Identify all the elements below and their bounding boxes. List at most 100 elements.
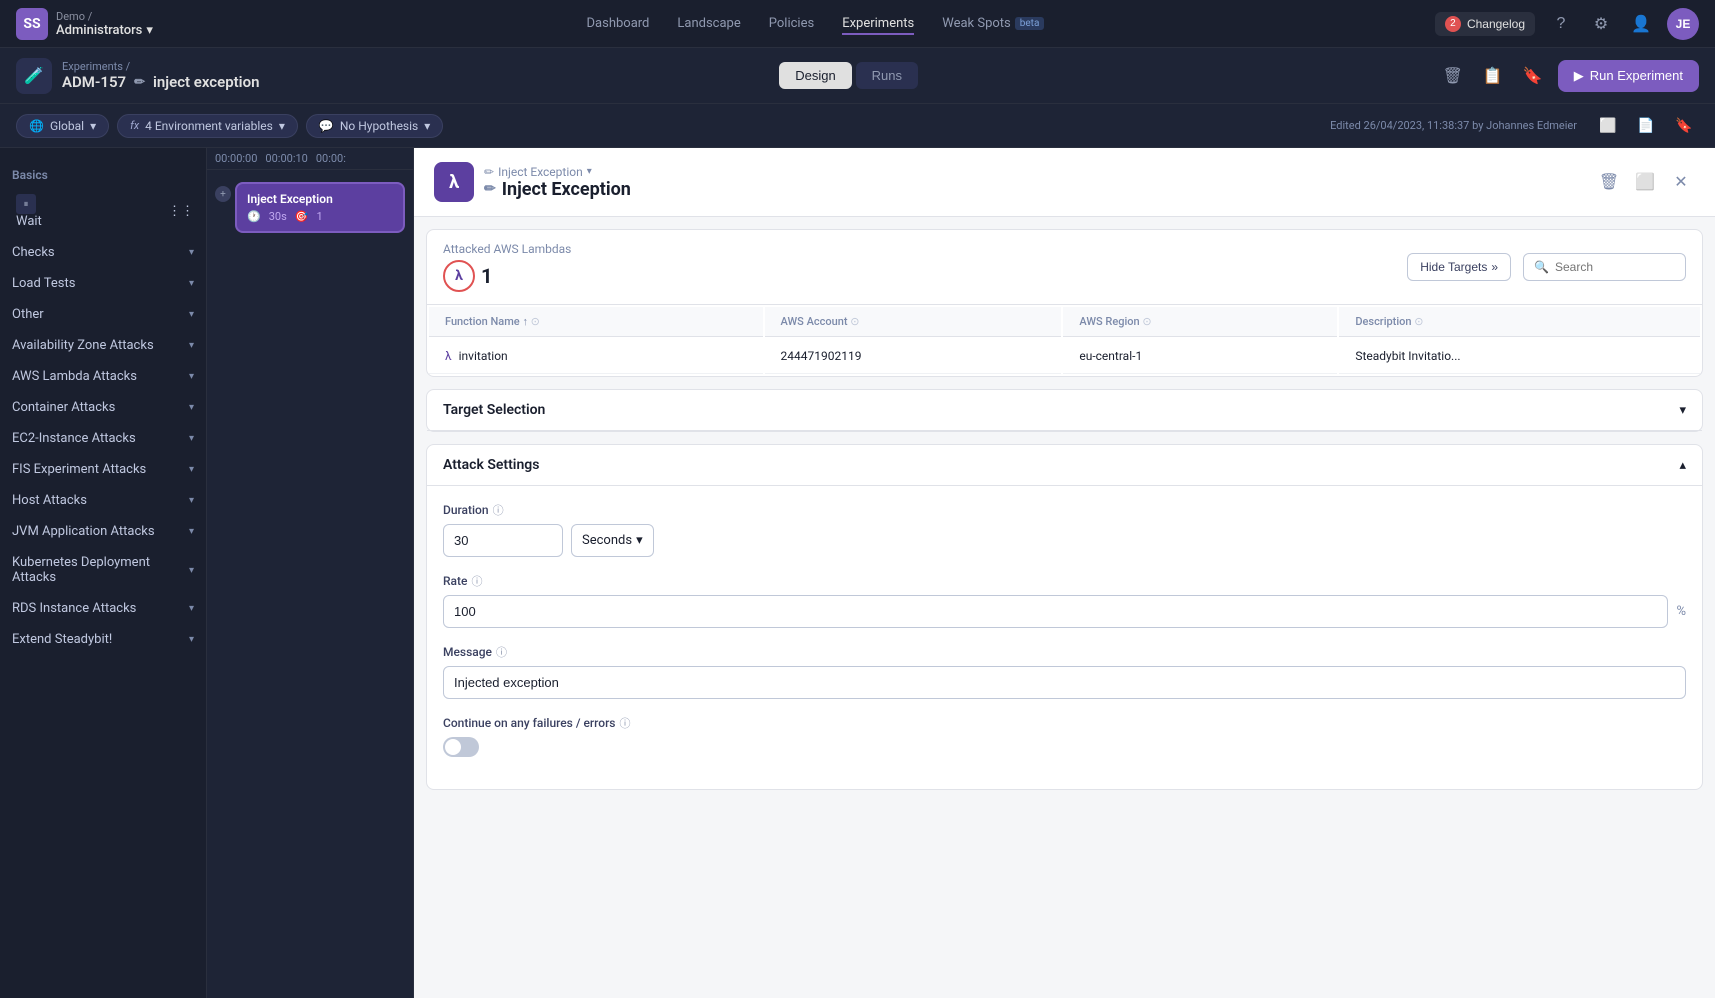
globe-icon: 🌐: [29, 119, 44, 133]
delete-experiment-button[interactable]: 🗑: [1438, 61, 1468, 91]
fis-attacks-label: FIS Experiment Attacks: [12, 462, 146, 477]
edit-icon[interactable]: ✏: [134, 75, 145, 90]
nav-org: Demo / Administrators ▾: [56, 10, 153, 38]
duration-input[interactable]: [443, 524, 563, 557]
continue-toggle-wrapper: [443, 737, 1686, 757]
timeline-area: 00:00:00 00:00:10 00:00: + Inject Except…: [207, 148, 414, 998]
app-logo: SS: [16, 8, 48, 40]
sidebar-load-tests[interactable]: Load Tests ▾: [0, 268, 206, 299]
env-vars-tag[interactable]: fx 4 Environment variables ▾: [117, 114, 298, 138]
changelog-button[interactable]: 2 Changelog: [1435, 12, 1535, 36]
drag-handle: ⋮⋮: [168, 204, 194, 219]
checks-label: Checks: [12, 245, 55, 260]
filter-icon[interactable]: ⊙: [531, 315, 540, 328]
sidebar-rds-attacks[interactable]: RDS Instance Attacks ▾: [0, 593, 206, 624]
sidebar-checks[interactable]: Checks ▾: [0, 237, 206, 268]
sidebar-jvm-attacks[interactable]: JVM Application Attacks ▾: [0, 516, 206, 547]
timeline-add-button[interactable]: +: [215, 186, 231, 202]
detail-close-button[interactable]: ✕: [1667, 168, 1695, 196]
sidebar-k8s-attacks[interactable]: Kubernetes Deployment Attacks ▾: [0, 547, 206, 593]
sidebar-wait-item[interactable]: ⏸ Wait ⋮⋮: [0, 186, 206, 237]
continue-label: Continue on any failures / errors ⓘ: [443, 715, 1686, 731]
copy-experiment-button[interactable]: 📋: [1478, 61, 1508, 91]
sidebar-extend-steadybit[interactable]: Extend Steadybit! ▾: [0, 624, 206, 655]
detail-header-right: 🗑 ⬜ ✕: [1595, 168, 1695, 196]
rate-label: Rate ⓘ: [443, 573, 1686, 589]
sidebar-az-attacks[interactable]: Availability Zone Attacks ▾: [0, 330, 206, 361]
edit-pencil-icon: ✏: [484, 165, 494, 179]
filter-icon-desc[interactable]: ⊙: [1414, 315, 1423, 328]
attack-settings-header[interactable]: Attack Settings ▴: [427, 445, 1702, 486]
th-aws-region: AWS Region ⊙: [1063, 307, 1337, 337]
nav-experiments[interactable]: Experiments: [842, 12, 914, 35]
run-icon: ▶: [1574, 68, 1584, 84]
type-chevron[interactable]: ▾: [587, 166, 592, 177]
filter-icon-region[interactable]: ⊙: [1142, 315, 1151, 328]
rate-input[interactable]: [443, 595, 1668, 628]
az-attacks-chevron: ▾: [189, 340, 194, 351]
detail-copy-button[interactable]: ⬜: [1631, 168, 1659, 196]
time-1: 00:00:10: [265, 152, 307, 165]
td-description: Steadybit Invitatio...: [1339, 339, 1700, 374]
nav-landscape[interactable]: Landscape: [677, 12, 740, 35]
load-tests-label: Load Tests: [12, 276, 75, 291]
filter-icon-account[interactable]: ⊙: [850, 315, 859, 328]
nav-dashboard[interactable]: Dashboard: [587, 12, 650, 35]
sub-header-right: 🗑 📋 🔖 ▶ Run Experiment: [1438, 60, 1699, 92]
detail-delete-button[interactable]: 🗑: [1595, 168, 1623, 196]
hide-targets-button[interactable]: Hide Targets »: [1407, 253, 1511, 281]
beta-badge: beta: [1015, 17, 1045, 30]
basics-label: Basics: [0, 160, 206, 186]
targets-search-input[interactable]: [1555, 260, 1675, 274]
rate-group: Rate ⓘ %: [443, 573, 1686, 628]
tab-runs[interactable]: Runs: [856, 62, 918, 89]
avatar-button[interactable]: JE: [1667, 8, 1699, 40]
toolbar-bookmark-button[interactable]: 🔖: [1669, 111, 1699, 141]
th-description: Description ⊙: [1339, 307, 1700, 337]
k8s-attacks-chevron: ▾: [189, 565, 194, 576]
nav-policies[interactable]: Policies: [769, 12, 814, 35]
nav-left: SS Demo / Administrators ▾: [16, 8, 196, 40]
tab-design[interactable]: Design: [779, 62, 851, 89]
table-row: λ invitation 244471902119 eu-central-1 S…: [429, 339, 1700, 374]
ec2-attacks-chevron: ▾: [189, 433, 194, 444]
sort-icon[interactable]: ↑: [522, 315, 528, 328]
nav-center: Dashboard Landscape Policies Experiments…: [196, 12, 1435, 35]
toolbar-copy-button[interactable]: ⬜: [1593, 111, 1623, 141]
sidebar: Basics ⏸ Wait ⋮⋮ Checks ▾ Load Tests ▾ O…: [0, 148, 207, 998]
sidebar-ec2-attacks[interactable]: EC2-Instance Attacks ▾: [0, 423, 206, 454]
sidebar-host-attacks[interactable]: Host Attacks ▾: [0, 485, 206, 516]
bookmark-experiment-button[interactable]: 🔖: [1518, 61, 1548, 91]
sidebar-lambda-attacks[interactable]: AWS Lambda Attacks ▾: [0, 361, 206, 392]
toolbar-doc-button[interactable]: 📄: [1631, 111, 1661, 141]
sidebar-fis-attacks[interactable]: FIS Experiment Attacks ▾: [0, 454, 206, 485]
sidebar-container-attacks[interactable]: Container Attacks ▾: [0, 392, 206, 423]
message-group: Message ⓘ: [443, 644, 1686, 699]
user-button[interactable]: 👤: [1627, 10, 1655, 38]
settings-button[interactable]: ⚙: [1587, 10, 1615, 38]
th-function-name: Function Name ↑ ⊙: [429, 307, 763, 337]
extend-chevron: ▾: [189, 634, 194, 645]
run-experiment-button[interactable]: ▶ Run Experiment: [1558, 60, 1699, 92]
global-tag[interactable]: 🌐 Global ▾: [16, 114, 109, 138]
sidebar-other[interactable]: Other ▾: [0, 299, 206, 330]
top-nav: SS Demo / Administrators ▾ Dashboard Lan…: [0, 0, 1715, 48]
collapse-icon: ▾: [1679, 403, 1686, 418]
rate-input-row: %: [443, 595, 1686, 628]
inject-exception-card[interactable]: Inject Exception 🕐 30s 🎯 1: [235, 182, 405, 233]
duration-unit-select[interactable]: Seconds ▾: [571, 524, 654, 557]
message-input[interactable]: [443, 666, 1686, 699]
org-name[interactable]: Administrators ▾: [56, 23, 153, 38]
hypothesis-tag[interactable]: 💬 No Hypothesis ▾: [306, 114, 443, 138]
continue-toggle[interactable]: [443, 737, 479, 757]
changelog-badge: 2: [1445, 16, 1461, 32]
target-selection-header[interactable]: Target Selection ▾: [427, 390, 1702, 431]
nav-weak-spots[interactable]: Weak Spots beta: [942, 12, 1044, 35]
table-header-row: Function Name ↑ ⊙ AWS Account ⊙ AWS Regi…: [429, 307, 1700, 337]
jvm-attacks-chevron: ▾: [189, 526, 194, 537]
duration-info-icon: ⓘ: [493, 502, 504, 518]
help-button[interactable]: ?: [1547, 10, 1575, 38]
card-targets: 1: [316, 210, 322, 223]
detail-type: ✏ Inject Exception ▾: [484, 165, 631, 179]
toolbar-left: 🌐 Global ▾ fx 4 Environment variables ▾ …: [16, 114, 443, 138]
